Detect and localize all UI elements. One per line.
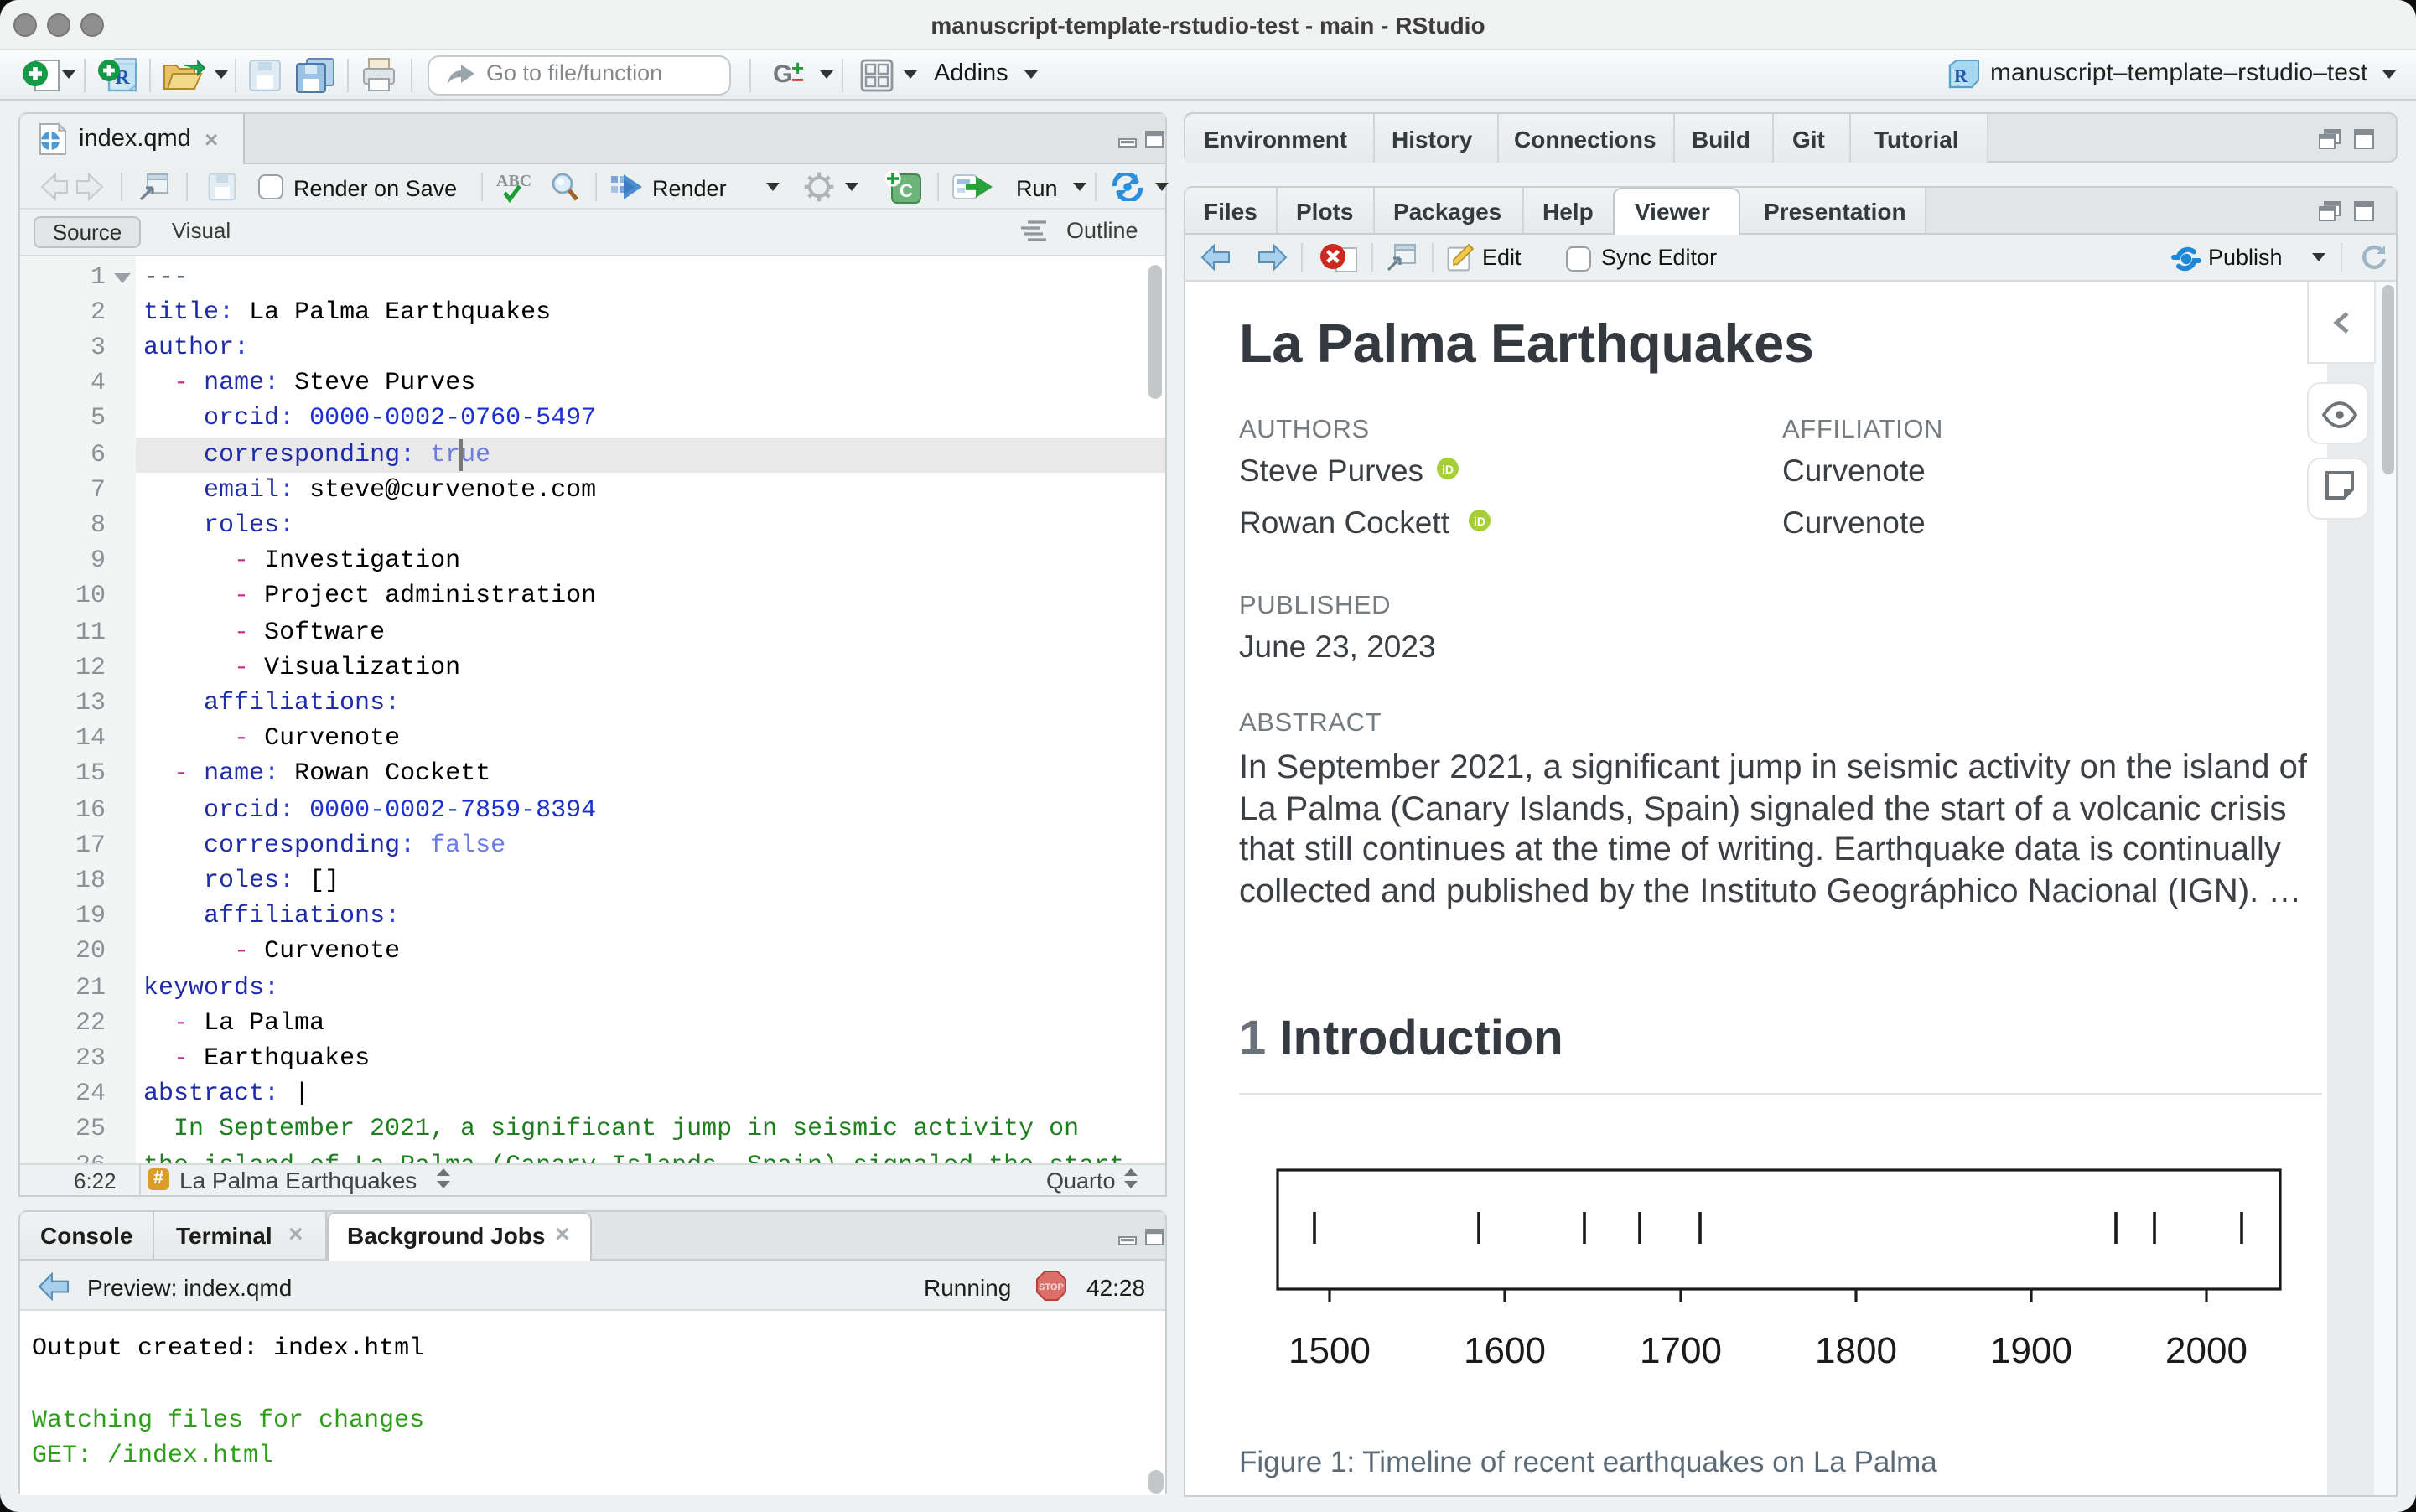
svg-text:iD: iD xyxy=(1474,515,1485,528)
svg-text:C: C xyxy=(900,180,913,201)
svg-text:R: R xyxy=(1954,65,1968,86)
svg-text:1500: 1500 xyxy=(1288,1330,1371,1371)
svg-text:iD: iD xyxy=(1442,463,1454,476)
svg-text:STOP: STOP xyxy=(1039,1282,1064,1292)
svg-text:1800: 1800 xyxy=(1815,1330,1897,1371)
svg-text:1700: 1700 xyxy=(1640,1330,1722,1371)
svg-text:1600: 1600 xyxy=(1464,1330,1546,1371)
svg-text:1900: 1900 xyxy=(1990,1330,2072,1371)
svg-text:2000: 2000 xyxy=(2165,1330,2248,1371)
svg-text:ABC: ABC xyxy=(496,172,531,190)
